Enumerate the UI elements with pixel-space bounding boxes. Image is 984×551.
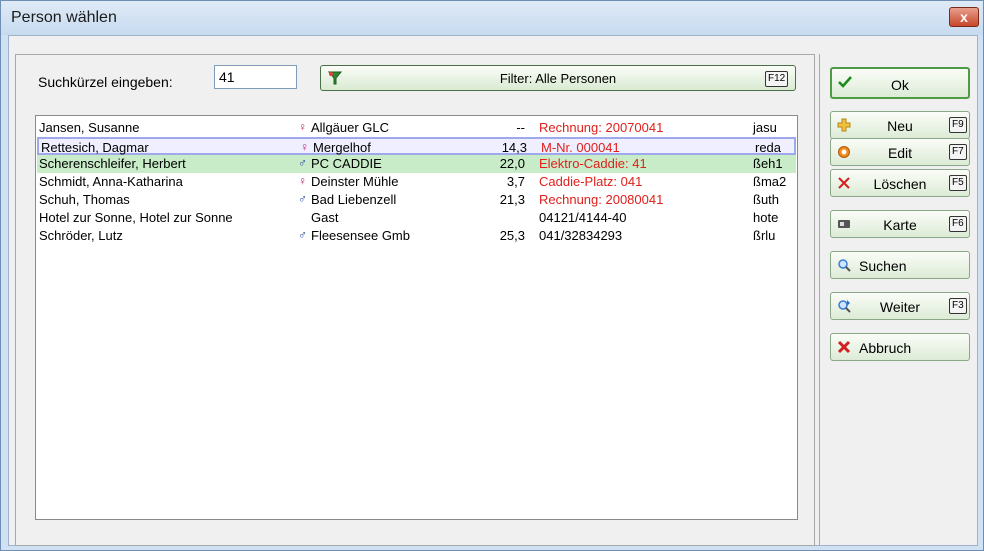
close-button[interactable]: x xyxy=(949,7,979,27)
person-code: reda xyxy=(755,140,782,155)
delete-button[interactable]: Löschen F5 xyxy=(830,169,970,197)
title-bar: Person wählen x xyxy=(1,1,983,35)
person-club: Deinster Mühle xyxy=(311,174,399,189)
card-icon xyxy=(838,220,850,228)
search-input[interactable] xyxy=(214,65,297,89)
person-code: ßuth xyxy=(753,192,780,207)
person-handicap: 21,3 xyxy=(499,192,525,207)
person-club: Fleesensee Gmb xyxy=(311,228,410,243)
male-icon: ♂ xyxy=(298,156,307,170)
person-info: M-Nr. 000041 xyxy=(541,140,620,155)
person-info: 04121/4144-40 xyxy=(539,210,627,225)
male-icon: ♂ xyxy=(298,192,307,206)
card-button[interactable]: Karte F6 xyxy=(830,210,970,238)
person-name: Jansen, Susanne xyxy=(39,120,140,135)
person-name: Hotel zur Sonne, Hotel zur Sonne xyxy=(39,210,233,225)
person-select-dialog: Person wählen x Suchkürzel eingeben: Fil… xyxy=(0,0,984,551)
person-handicap: 25,3 xyxy=(499,228,525,243)
edit-button[interactable]: Edit F7 xyxy=(830,138,970,166)
cancel-button[interactable]: Abbruch xyxy=(830,333,970,361)
filter-key-badge: F12 xyxy=(765,71,789,87)
person-row[interactable]: Scherenschleifer, Herbert ♂ PC CADDIE 22,0 E… xyxy=(37,155,796,173)
filter-button[interactable]: Filter: Alle Personen F12 xyxy=(320,65,796,91)
person-code: jasu xyxy=(753,120,777,135)
ok-button[interactable]: Ok xyxy=(830,67,970,99)
person-name: Schmidt, Anna-Katharina xyxy=(39,174,183,189)
person-info: Rechnung: 20070041 xyxy=(539,120,664,135)
person-row[interactable]: Jansen, Susanne ♀ Allgäuer GLC -- Rechnung: … xyxy=(37,119,796,137)
person-club: PC CADDIE xyxy=(311,156,382,171)
person-handicap: 22,0 xyxy=(499,156,525,171)
person-row[interactable]: Rettesich, Dagmar ♀ Mergelhof 14,3 M-Nr. 000… xyxy=(37,137,796,155)
filter-label: Filter: Alle Personen xyxy=(499,71,617,86)
person-club: Mergelhof xyxy=(313,140,371,155)
plus-icon xyxy=(837,118,851,132)
new-button[interactable]: Neu F9 xyxy=(830,111,970,139)
person-club: Gast xyxy=(311,210,339,225)
edit-button-key-badge: F7 xyxy=(949,144,967,160)
edit-button-label: Edit xyxy=(887,145,913,161)
person-name: Schröder, Lutz xyxy=(39,228,123,243)
person-handicap: -- xyxy=(516,120,525,135)
person-info: Elektro-Caddie: 41 xyxy=(539,156,647,171)
magnifier-icon xyxy=(838,259,851,272)
cancel-icon xyxy=(837,340,851,354)
delete-button-label: Löschen xyxy=(873,176,927,192)
person-code: ßrlu xyxy=(753,228,776,243)
female-icon: ♀ xyxy=(298,120,307,134)
delete-icon xyxy=(838,177,850,189)
female-icon: ♀ xyxy=(298,174,307,188)
delete-button-key-badge: F5 xyxy=(949,175,967,191)
search-button[interactable]: Suchen xyxy=(830,251,970,279)
person-row[interactable]: Schmidt, Anna-Katharina ♀ Deinster Mühle 3,… xyxy=(37,173,796,191)
person-name: Schuh, Thomas xyxy=(39,192,130,207)
cancel-button-label: Abbruch xyxy=(859,340,912,356)
person-club: Bad Liebenzell xyxy=(311,192,397,207)
next-button[interactable]: Weiter F3 xyxy=(830,292,970,320)
person-info: Caddie-Platz: 041 xyxy=(539,174,643,189)
person-info: 041/32834293 xyxy=(539,228,623,243)
ok-button-label: Ok xyxy=(891,77,909,93)
new-button-key-badge: F9 xyxy=(949,117,967,133)
next-button-label: Weiter xyxy=(879,299,921,315)
male-icon: ♂ xyxy=(298,228,307,242)
person-row[interactable]: Schuh, Thomas ♂ Bad Liebenzell 21,3 Rechnung… xyxy=(37,191,796,209)
card-button-label: Karte xyxy=(883,217,917,233)
magnifier-next-icon xyxy=(838,300,851,313)
person-club: Allgäuer GLC xyxy=(311,120,390,135)
person-handicap: 3,7 xyxy=(506,174,525,189)
dialog-body: Suchkürzel eingeben: Filter: Alle Person… xyxy=(8,35,978,546)
search-label: Suchkürzel eingeben: xyxy=(38,74,173,90)
person-info: Rechnung: 20080041 xyxy=(539,192,664,207)
person-name: Rettesich, Dagmar xyxy=(41,140,149,155)
new-button-label: Neu xyxy=(887,118,913,134)
card-button-key-badge: F6 xyxy=(949,216,967,232)
edit-icon xyxy=(838,146,850,158)
person-name: Scherenschleifer, Herbert xyxy=(39,156,186,171)
person-handicap: 14,3 xyxy=(501,140,527,155)
person-row[interactable]: Hotel zur Sonne, Hotel zur Sonne Gast 0412… xyxy=(37,209,796,227)
female-icon: ♀ xyxy=(300,140,309,154)
person-code: hote xyxy=(753,210,779,225)
person-row[interactable]: Schröder, Lutz ♂ Fleesensee Gmb 25,3 041/328… xyxy=(37,227,796,245)
window-title: Person wählen xyxy=(11,9,117,26)
search-button-label: Suchen xyxy=(859,258,907,274)
check-icon xyxy=(838,76,852,88)
person-list[interactable]: Jansen, Susanne ♀ Allgäuer GLC -- Rechnung: … xyxy=(35,115,798,520)
person-code: ßma2 xyxy=(753,174,787,189)
person-code: ßeh1 xyxy=(753,156,783,171)
next-button-key-badge: F3 xyxy=(949,298,967,314)
